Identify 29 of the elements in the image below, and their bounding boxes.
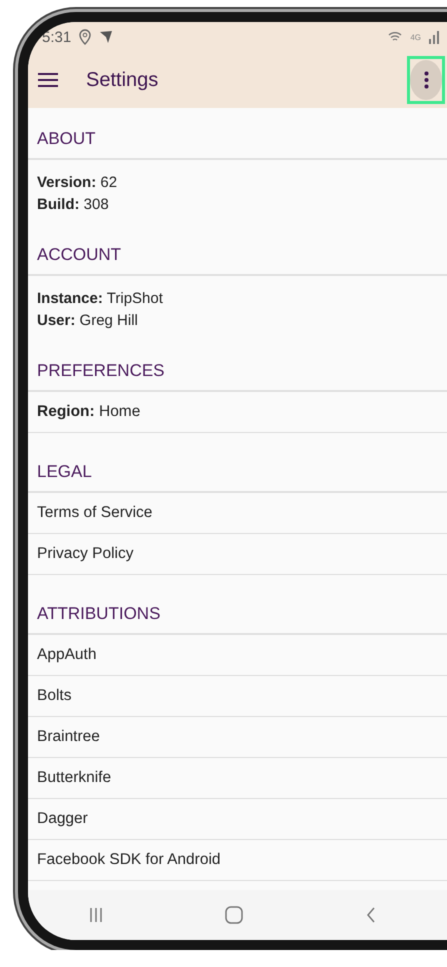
info-text: User: Greg Hill bbox=[37, 311, 139, 331]
menu-icon[interactable] bbox=[38, 73, 58, 87]
list-item[interactable]: Butterknife bbox=[28, 758, 447, 799]
signal-icon bbox=[429, 30, 439, 44]
section-header: ABOUT bbox=[28, 120, 447, 160]
list-item[interactable]: Facebook SDK for Android bbox=[28, 840, 447, 881]
recent-apps-icon[interactable] bbox=[89, 907, 104, 923]
home-icon[interactable] bbox=[225, 906, 244, 924]
overflow-menu-button[interactable] bbox=[407, 56, 445, 104]
info-text: Build: 308 bbox=[37, 195, 110, 215]
list-item[interactable]: Terms of Service bbox=[28, 493, 447, 534]
section-header: LEGAL bbox=[28, 453, 447, 493]
section-header: ACCOUNT bbox=[28, 236, 447, 276]
back-icon[interactable] bbox=[366, 907, 376, 923]
section-header: PREFERENCES bbox=[28, 352, 447, 392]
list-item[interactable]: AppAuth bbox=[28, 635, 447, 676]
info-text: Version: 62 bbox=[37, 173, 118, 193]
list-item[interactable]: Dagger bbox=[28, 799, 447, 840]
list-item[interactable]: Braintree bbox=[28, 717, 447, 758]
location-pin-icon bbox=[79, 29, 92, 45]
section-header: ATTRIBUTIONS bbox=[28, 595, 447, 635]
list-item[interactable]: Region: Home bbox=[28, 392, 447, 433]
navigation-icon bbox=[99, 30, 114, 44]
network-type: 4G bbox=[410, 32, 421, 42]
app-title: Settings bbox=[86, 68, 158, 92]
more-vertical-icon bbox=[424, 71, 428, 89]
list-item[interactable]: Bolts bbox=[28, 676, 447, 717]
info-text: Instance: TripShot bbox=[37, 289, 164, 309]
list-item[interactable]: Privacy Policy bbox=[28, 534, 447, 575]
